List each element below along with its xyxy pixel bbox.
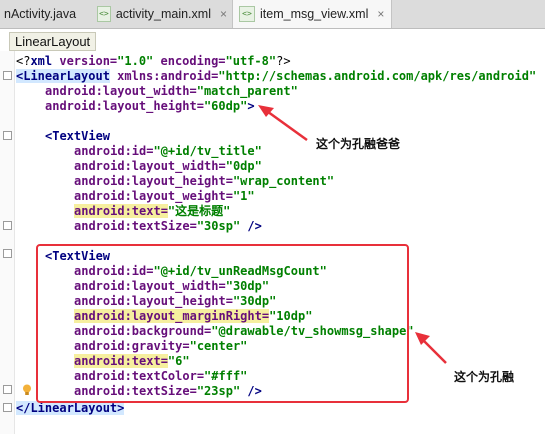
close-tab-icon[interactable]: ×	[220, 7, 227, 21]
annotation-parent-label: 这个为孔融爸爸	[316, 137, 401, 151]
tab-label: activity_main.xml	[115, 7, 211, 21]
close-tab-icon[interactable]: ×	[377, 7, 384, 21]
annotation-child-label: 这个为孔融	[454, 370, 515, 384]
xml-file-icon: <>	[239, 6, 255, 22]
arrow-icon	[415, 332, 447, 364]
tab-main-activity-java[interactable]: nActivity.java	[0, 0, 92, 28]
tab-activity-main-xml[interactable]: <> activity_main.xml ×	[97, 0, 227, 28]
xml-file-icon: <>	[97, 6, 111, 22]
code-editor[interactable]: <?xml version="1.0" encoding="utf-8"?> <…	[0, 51, 545, 434]
arrow-icon	[258, 105, 308, 142]
breadcrumb-bar: LinearLayout	[0, 29, 545, 51]
editor-tab-bar: nActivity.java <> activity_main.xml × <>…	[0, 0, 545, 29]
breadcrumb-linearlayout[interactable]: LinearLayout	[9, 32, 97, 51]
tab-item-msg-view-xml[interactable]: <> item_msg_view.xml ×	[232, 0, 392, 28]
tab-label: nActivity.java	[4, 7, 77, 21]
tab-label: item_msg_view.xml	[260, 7, 369, 21]
